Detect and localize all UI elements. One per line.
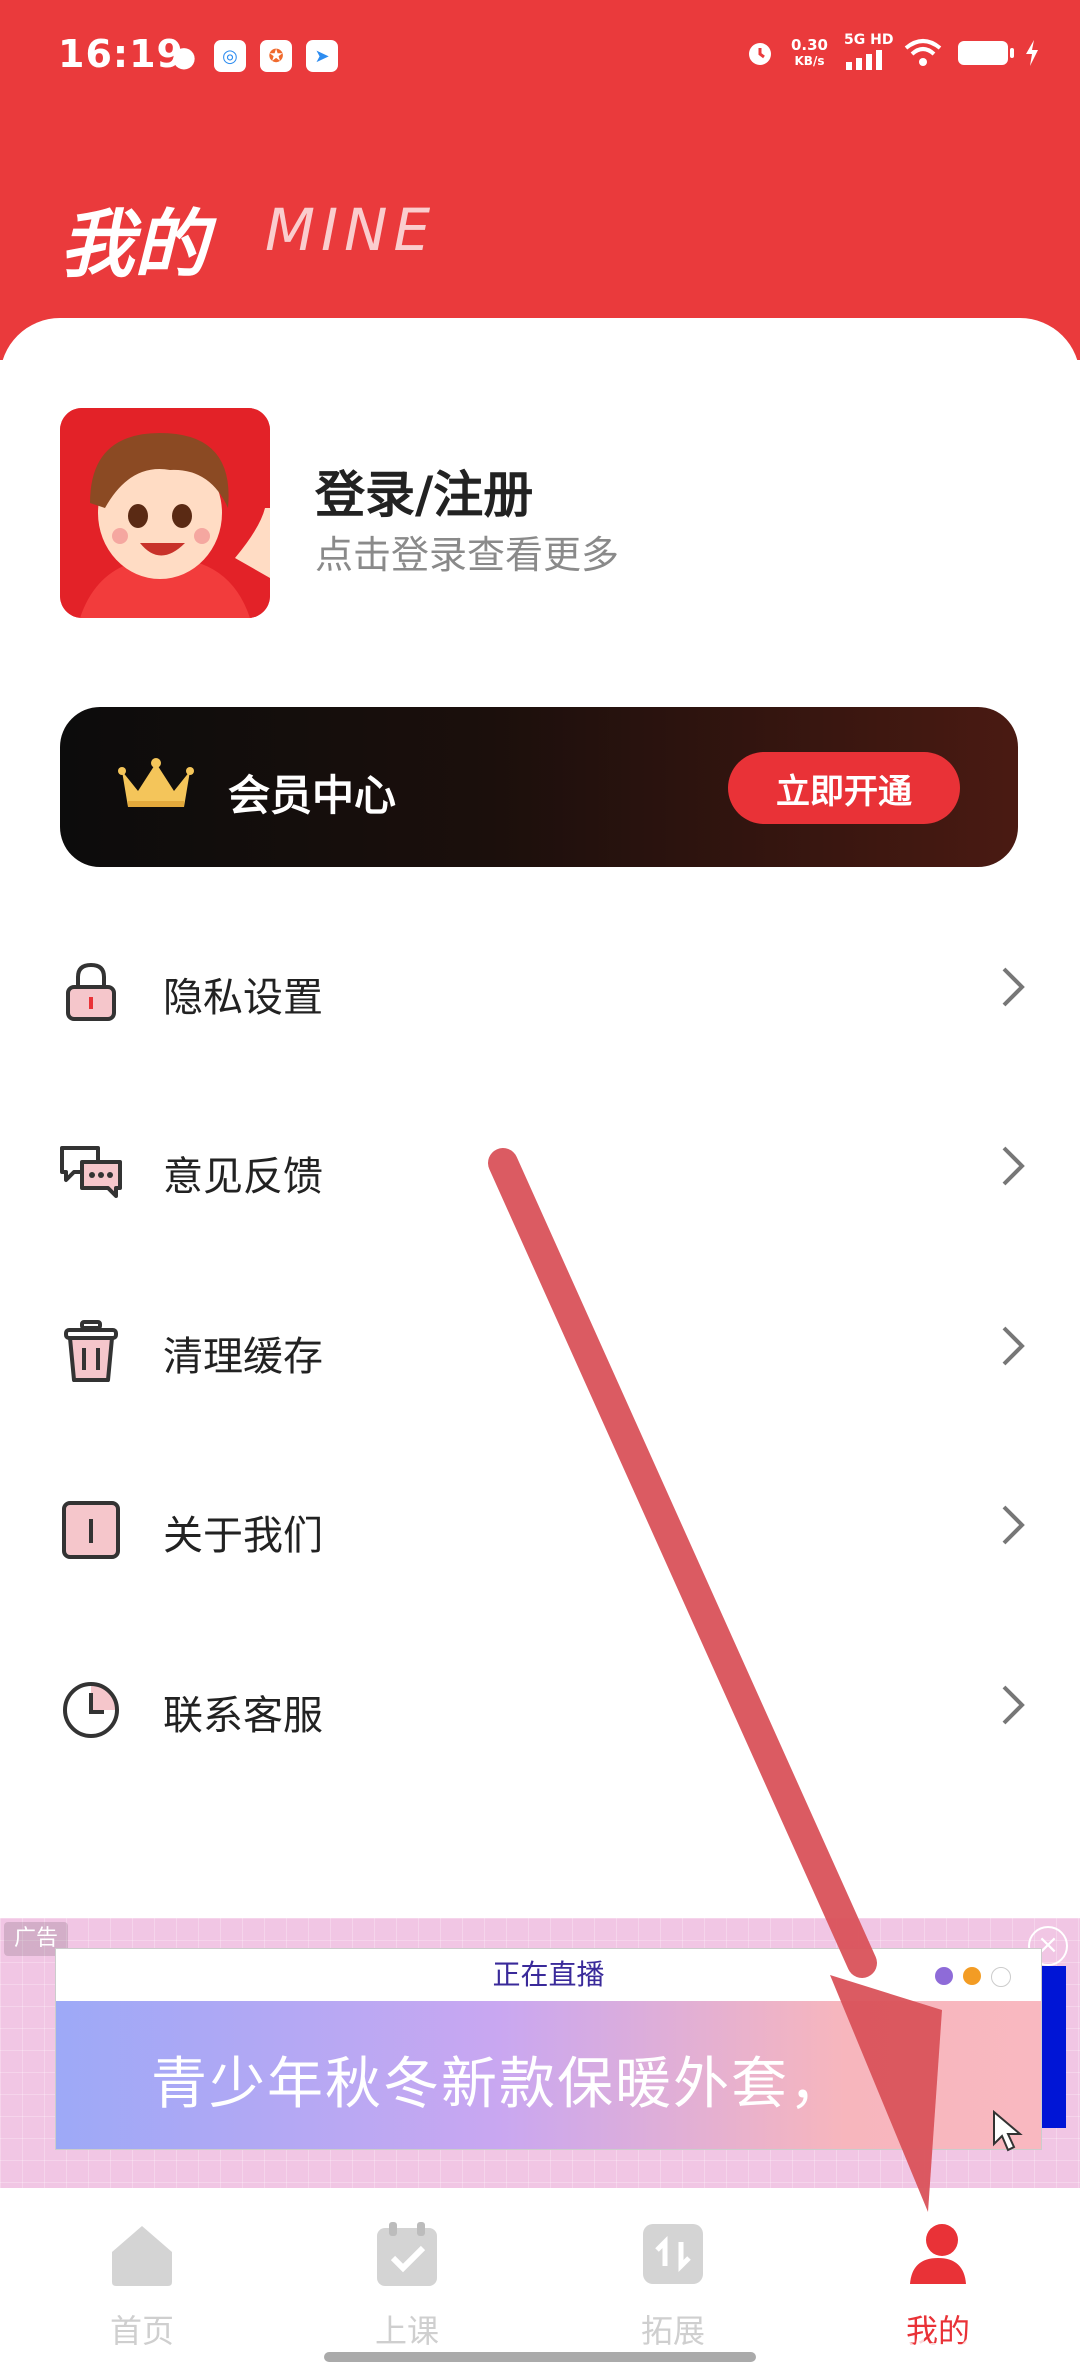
login-hint: 点击登录查看更多 [315, 533, 620, 577]
cursor-icon [993, 2110, 1023, 2152]
charging-icon [1026, 40, 1038, 66]
status-bar: 16:19 ● ◎ ✪ ➤ 0.30 KB/s 5G HD [0, 0, 1080, 110]
chevron-right-icon [1002, 1505, 1025, 1545]
alarm-icon [748, 43, 771, 65]
menu-item-label: 隐私设置 [163, 975, 323, 1021]
menu-item-clear-cache[interactable]: 清理缓存 [0, 1286, 1080, 1406]
menu-item-label: 清理缓存 [163, 1334, 323, 1380]
cell-signal-icon: 5G HD [844, 32, 893, 70]
status-right: 0.30 KB/s 5G HD [745, 32, 1040, 70]
chat-bubbles-icon [60, 1146, 122, 1198]
ad-banner-text: 青少年秋冬新款保暖外套， [151, 2052, 847, 2117]
menu-item-feedback[interactable]: 意见反馈 [0, 1106, 1080, 1226]
home-icon [112, 2226, 172, 2286]
ad-banner[interactable]: 广告 × 正在直播 青少年秋冬新款保暖外套， [0, 1918, 1080, 2188]
app-notification-icon-3: ➤ [306, 40, 338, 72]
network-speed: 0.30 KB/s [791, 37, 828, 69]
tab-label: 拓展 [640, 2312, 705, 2350]
window-dot-purple [935, 1967, 953, 1985]
tab-label: 上课 [374, 2312, 439, 2350]
tab-label: 首页 [109, 2312, 174, 2350]
network-type: 5G HD [844, 32, 894, 48]
wechat-icon: ● [171, 39, 197, 73]
tab-home[interactable]: 首页 [72, 2218, 212, 2352]
watermark: Baidu经验 [820, 2327, 1039, 2376]
wifi-icon [904, 39, 942, 66]
home-indicator [324, 2352, 756, 2362]
net-speed-value: 0.30 [790, 36, 828, 54]
menu-item-label: 意见反馈 [163, 1154, 323, 1200]
clock-icon [63, 1682, 119, 1738]
menu-item-customer-service[interactable]: 联系客服 [0, 1645, 1080, 1765]
activate-now-button[interactable]: 立即开通 [728, 752, 960, 824]
cartoon-avatar-icon [60, 408, 270, 618]
app-notification-icon: ◎ [214, 40, 246, 72]
trash-icon [64, 1320, 118, 1382]
menu-item-about-us[interactable]: 关于我们 [0, 1465, 1080, 1585]
tab-class[interactable]: 上课 [337, 2218, 477, 2352]
vip-center-label: 会员中心 [228, 771, 397, 820]
window-dot-orange [963, 1967, 981, 1985]
app-notification-icon-2: ✪ [260, 40, 292, 72]
chevron-right-icon [1002, 1146, 1025, 1186]
lock-icon [66, 962, 116, 1021]
page-subtitle: MINE [265, 196, 437, 264]
menu-item-label: 关于我们 [163, 1513, 323, 1559]
menu-item-privacy-settings[interactable]: 隐私设置 [0, 927, 1080, 1047]
crown-icon [118, 758, 194, 807]
avatar[interactable] [60, 408, 270, 618]
person-icon [910, 2224, 966, 2284]
menu-item-label: 联系客服 [163, 1693, 323, 1739]
chevron-right-icon [1002, 967, 1025, 1007]
chevron-right-icon [1002, 1326, 1025, 1366]
checklist-icon [377, 2222, 437, 2286]
ad-live-label: 正在直播 [492, 1958, 605, 1991]
chevron-right-icon [1002, 1685, 1025, 1725]
status-time: 16:19 [58, 32, 184, 76]
window-dot-white [991, 1967, 1011, 1987]
page-title: 我的 [60, 202, 208, 288]
net-speed-unit: KB/s [794, 54, 825, 68]
login-register-link[interactable]: 登录/注册 [315, 455, 533, 527]
ad-banner-strip: 青少年秋冬新款保暖外套， [56, 2001, 1041, 2149]
window-dots [935, 1967, 1011, 1987]
transfer-icon [643, 2224, 703, 2284]
vip-center-banner[interactable]: 会员中心 立即开通 [60, 707, 1018, 867]
info-card-icon [62, 1501, 120, 1559]
ad-window: 正在直播 青少年秋冬新款保暖外套， [55, 1948, 1042, 2150]
tab-expand[interactable]: 拓展 [603, 2218, 743, 2352]
notification-icons: ● ◎ ✪ ➤ [168, 39, 338, 73]
battery-icon [958, 41, 1014, 65]
